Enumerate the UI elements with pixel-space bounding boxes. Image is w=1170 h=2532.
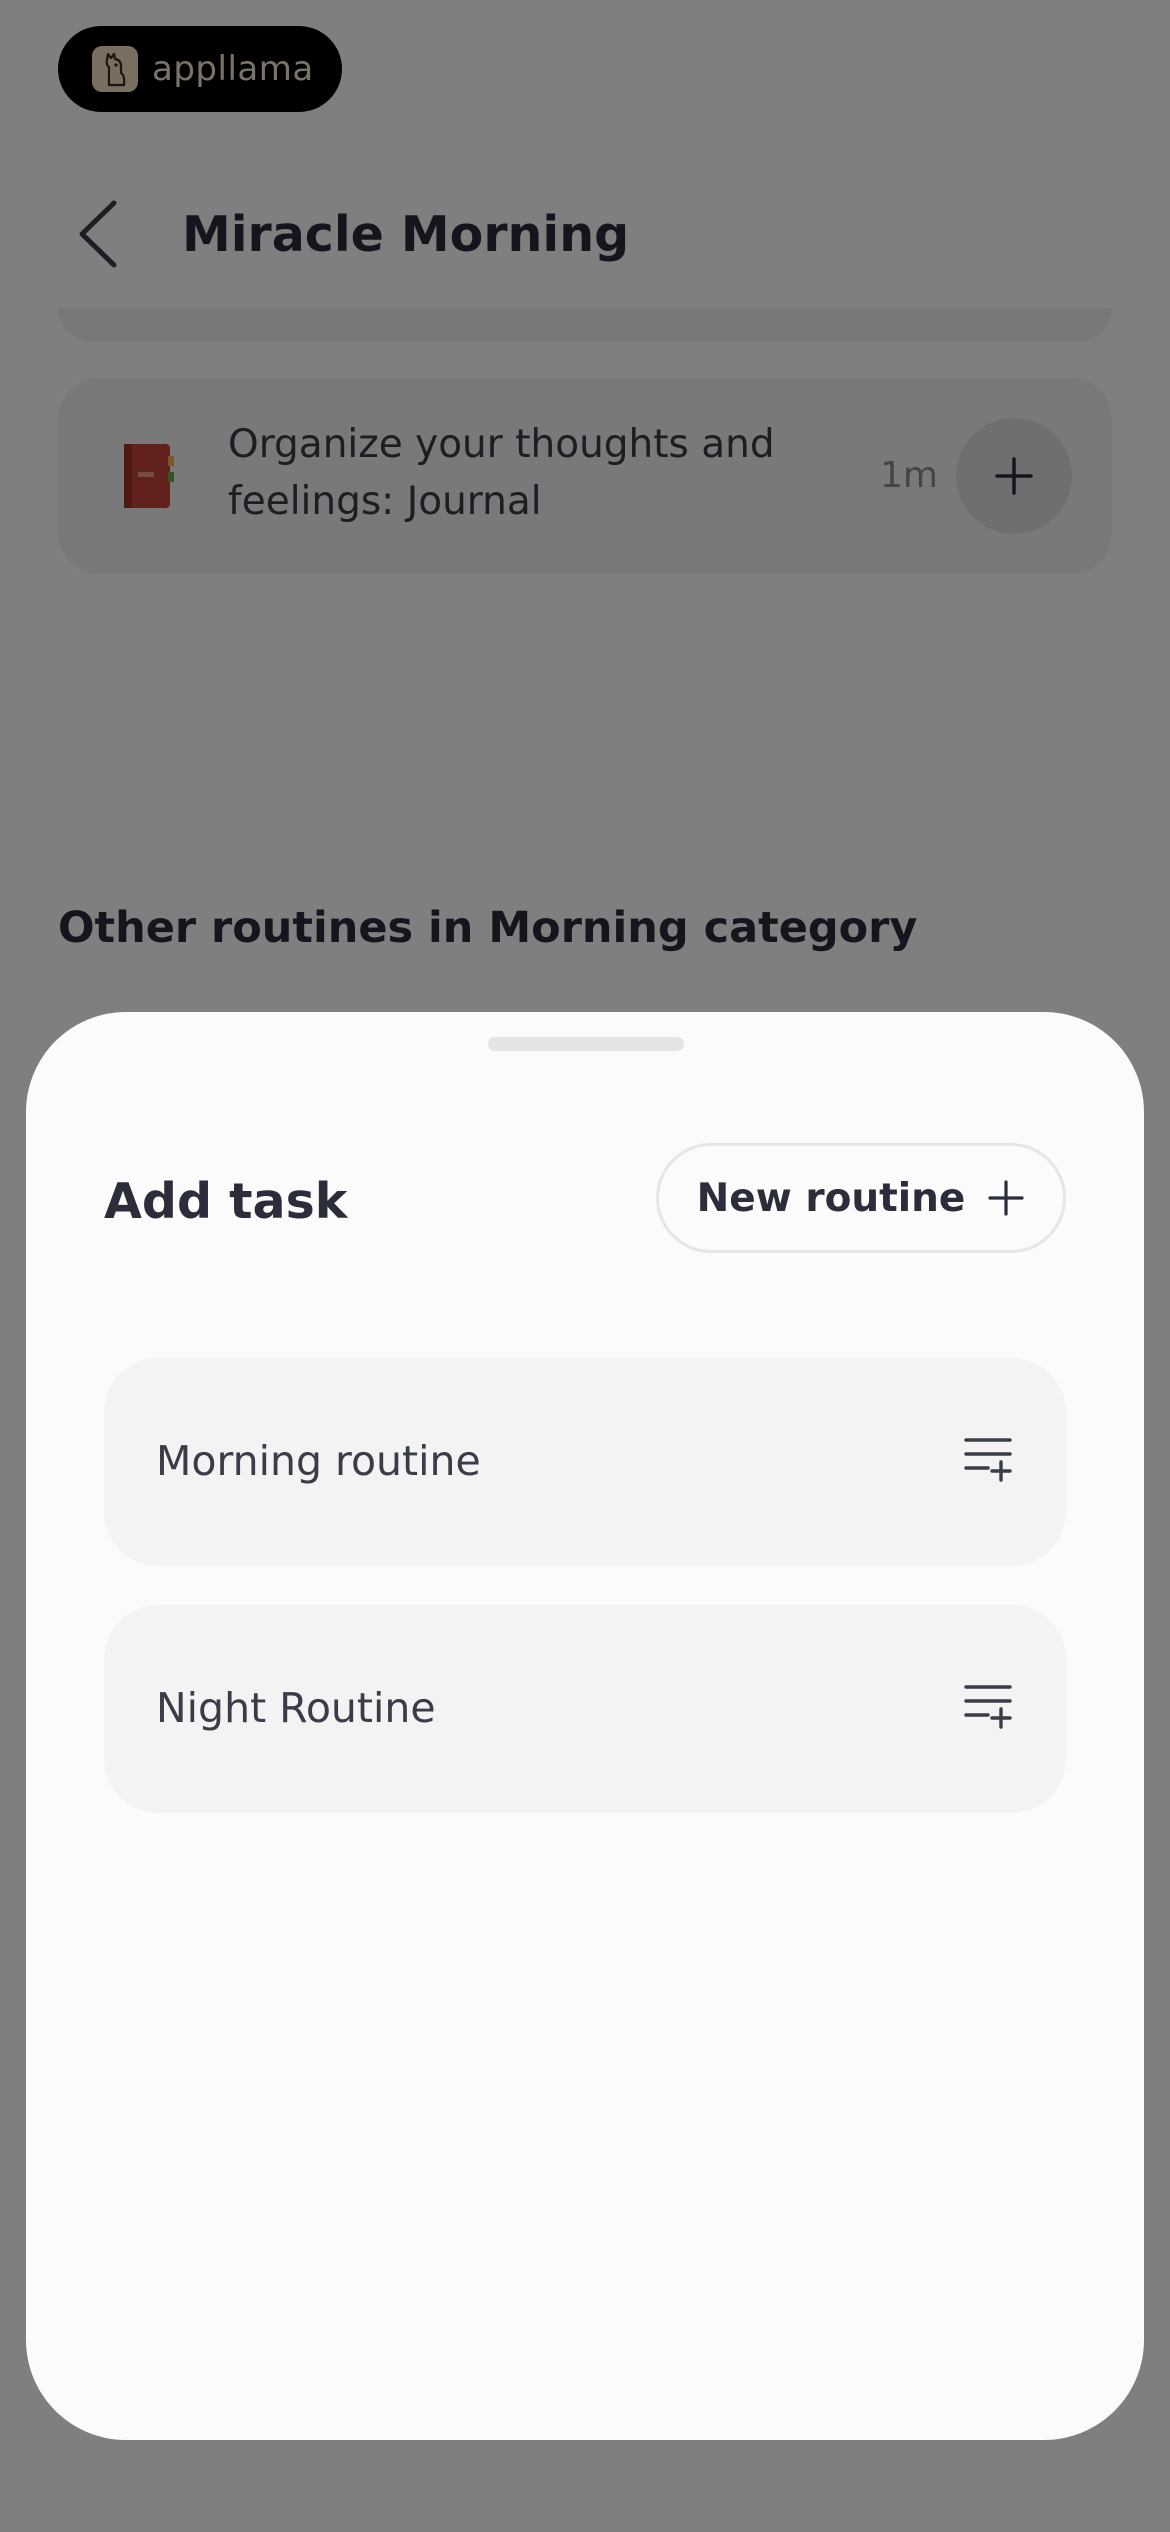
- routine-label: Morning routine: [156, 1437, 481, 1485]
- playlist-add-icon[interactable]: [964, 1434, 1012, 1482]
- plus-icon: [988, 1180, 1024, 1216]
- new-routine-button[interactable]: New routine: [656, 1143, 1066, 1253]
- sheet-title: Add task: [104, 1173, 348, 1230]
- routine-item-morning[interactable]: Morning routine: [104, 1358, 1066, 1566]
- new-routine-label: New routine: [696, 1175, 966, 1221]
- sheet-drag-handle[interactable]: [488, 1037, 684, 1051]
- playlist-add-icon[interactable]: [964, 1681, 1012, 1729]
- routine-item-night[interactable]: Night Routine: [104, 1605, 1066, 1813]
- add-task-sheet: Add task New routine Morning routine Nig…: [26, 1012, 1144, 2440]
- routine-label: Night Routine: [156, 1684, 436, 1732]
